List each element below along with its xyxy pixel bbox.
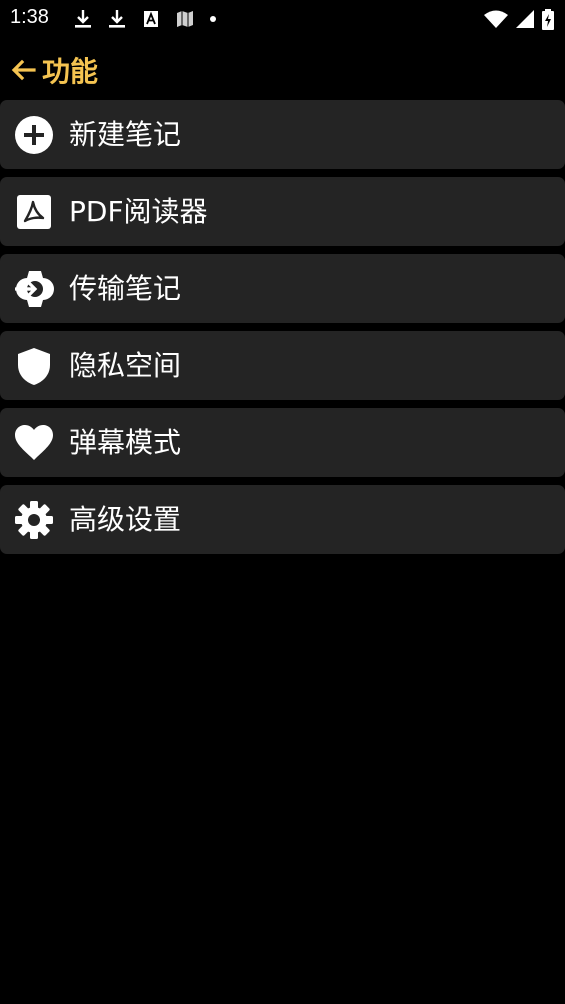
page-title: 功能: [42, 55, 99, 88]
menu-item-pdf-reader[interactable]: PDF阅读器: [0, 177, 565, 246]
menu-item-label: 传输笔记: [69, 271, 182, 305]
menu-item-danmaku-mode[interactable]: 弹幕模式: [0, 408, 565, 477]
feature-menu: 新建笔记 PDF阅读器 传输笔记 隐私空间 弹幕模式 高级设置: [0, 100, 565, 562]
download-icon: [72, 9, 94, 29]
pdf-icon: [14, 192, 54, 232]
wifi-icon: [483, 9, 509, 29]
status-notification-icons: [72, 9, 230, 29]
dot-icon: [208, 9, 218, 29]
map-icon: [174, 9, 196, 29]
menu-item-advanced-settings[interactable]: 高级设置: [0, 485, 565, 554]
arrow-left-icon: [10, 59, 36, 81]
cellular-signal-icon: [515, 9, 535, 29]
menu-item-label: 弹幕模式: [69, 425, 182, 459]
watch-transfer-icon: [14, 269, 54, 309]
plus-circle-icon: [14, 115, 54, 155]
menu-item-label: 新建笔记: [69, 117, 182, 151]
status-time: 1:38: [10, 6, 49, 28]
menu-item-label: PDF阅读器: [69, 194, 208, 228]
shield-icon: [14, 346, 54, 386]
heart-icon: [14, 423, 54, 463]
gear-icon: [14, 500, 54, 540]
download-icon: [106, 9, 128, 29]
back-button[interactable]: [0, 48, 36, 92]
menu-item-privacy-space[interactable]: 隐私空间: [0, 331, 565, 400]
menu-item-label: 隐私空间: [69, 348, 182, 382]
menu-item-new-note[interactable]: 新建笔记: [0, 100, 565, 169]
status-system-icons: [477, 9, 555, 30]
battery-charging-icon: [541, 9, 555, 30]
status-bar: 1:38: [0, 0, 565, 38]
app-header: 功能: [0, 48, 565, 92]
menu-item-label: 高级设置: [69, 502, 182, 536]
a-box-icon: [140, 9, 162, 29]
menu-item-transfer-notes[interactable]: 传输笔记: [0, 254, 565, 323]
